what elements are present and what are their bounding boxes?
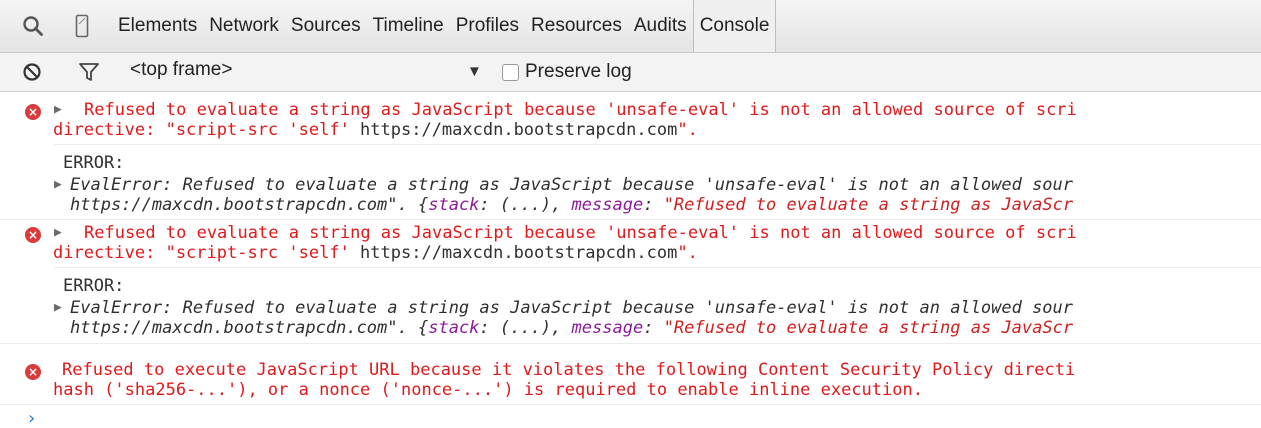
error-message-line: directive: "script-src 'self' https://ma… bbox=[53, 120, 698, 140]
tab-network[interactable]: Network bbox=[203, 0, 285, 52]
frame-selector[interactable]: <top frame> bbox=[130, 59, 232, 81]
tab-resources[interactable]: Resources bbox=[525, 0, 628, 52]
expand-triangle-icon[interactable]: ▶ bbox=[54, 300, 62, 315]
eval-error-detail: EvalError: Refused to evaluate a string … bbox=[70, 175, 1074, 195]
clear-console-icon[interactable] bbox=[22, 62, 42, 82]
expand-triangle-icon[interactable]: ▶ bbox=[54, 177, 62, 192]
error-message-line: directive: "script-src 'self' https://ma… bbox=[53, 243, 698, 263]
preserve-log-toggle[interactable]: Preserve log bbox=[502, 61, 632, 83]
expand-triangle-icon[interactable]: ▶ bbox=[54, 225, 62, 240]
preserve-log-label: Preserve log bbox=[525, 61, 632, 82]
error-message-line: Refused to evaluate a string as JavaScri… bbox=[84, 100, 1077, 120]
device-mode-icon[interactable] bbox=[68, 12, 96, 40]
tab-audits[interactable]: Audits bbox=[628, 0, 693, 52]
tab-elements[interactable]: Elements bbox=[112, 0, 203, 52]
console-toolbar: <top frame> ▼ Preserve log bbox=[0, 53, 1261, 92]
eval-error-detail: EvalError: Refused to evaluate a string … bbox=[70, 298, 1074, 318]
expand-triangle-icon[interactable]: ▶ bbox=[54, 102, 62, 117]
chevron-down-icon[interactable]: ▼ bbox=[467, 63, 482, 80]
preserve-log-checkbox[interactable] bbox=[502, 63, 519, 81]
search-icon[interactable] bbox=[19, 12, 47, 40]
error-icon: × bbox=[25, 227, 41, 243]
eval-error-object: https://maxcdn.bootstrapcdn.com". {stack… bbox=[70, 195, 1074, 215]
error-message-line: Refused to evaluate a string as JavaScri… bbox=[84, 223, 1077, 243]
devtools-tab-bar: Elements Network Sources Timeline Profil… bbox=[0, 0, 1261, 53]
tab-timeline[interactable]: Timeline bbox=[367, 0, 450, 52]
console-messages: × ▶ Refused to evaluate a string as Java… bbox=[0, 92, 1261, 428]
eval-error-object: https://maxcdn.bootstrapcdn.com". {stack… bbox=[70, 318, 1074, 338]
error-message-line: Refused to execute JavaScript URL becaus… bbox=[62, 360, 1076, 380]
console-prompt[interactable]: › bbox=[28, 408, 35, 428]
error-icon: × bbox=[25, 104, 41, 120]
log-label: ERROR: bbox=[63, 153, 125, 173]
error-icon: × bbox=[25, 364, 41, 380]
tab-sources[interactable]: Sources bbox=[285, 0, 367, 52]
tab-console[interactable]: Console bbox=[692, 0, 777, 52]
error-message-line: hash ('sha256-...'), or a nonce ('nonce-… bbox=[53, 380, 923, 400]
filter-icon[interactable] bbox=[78, 61, 100, 83]
tab-profiles[interactable]: Profiles bbox=[450, 0, 525, 52]
log-label: ERROR: bbox=[63, 276, 125, 296]
